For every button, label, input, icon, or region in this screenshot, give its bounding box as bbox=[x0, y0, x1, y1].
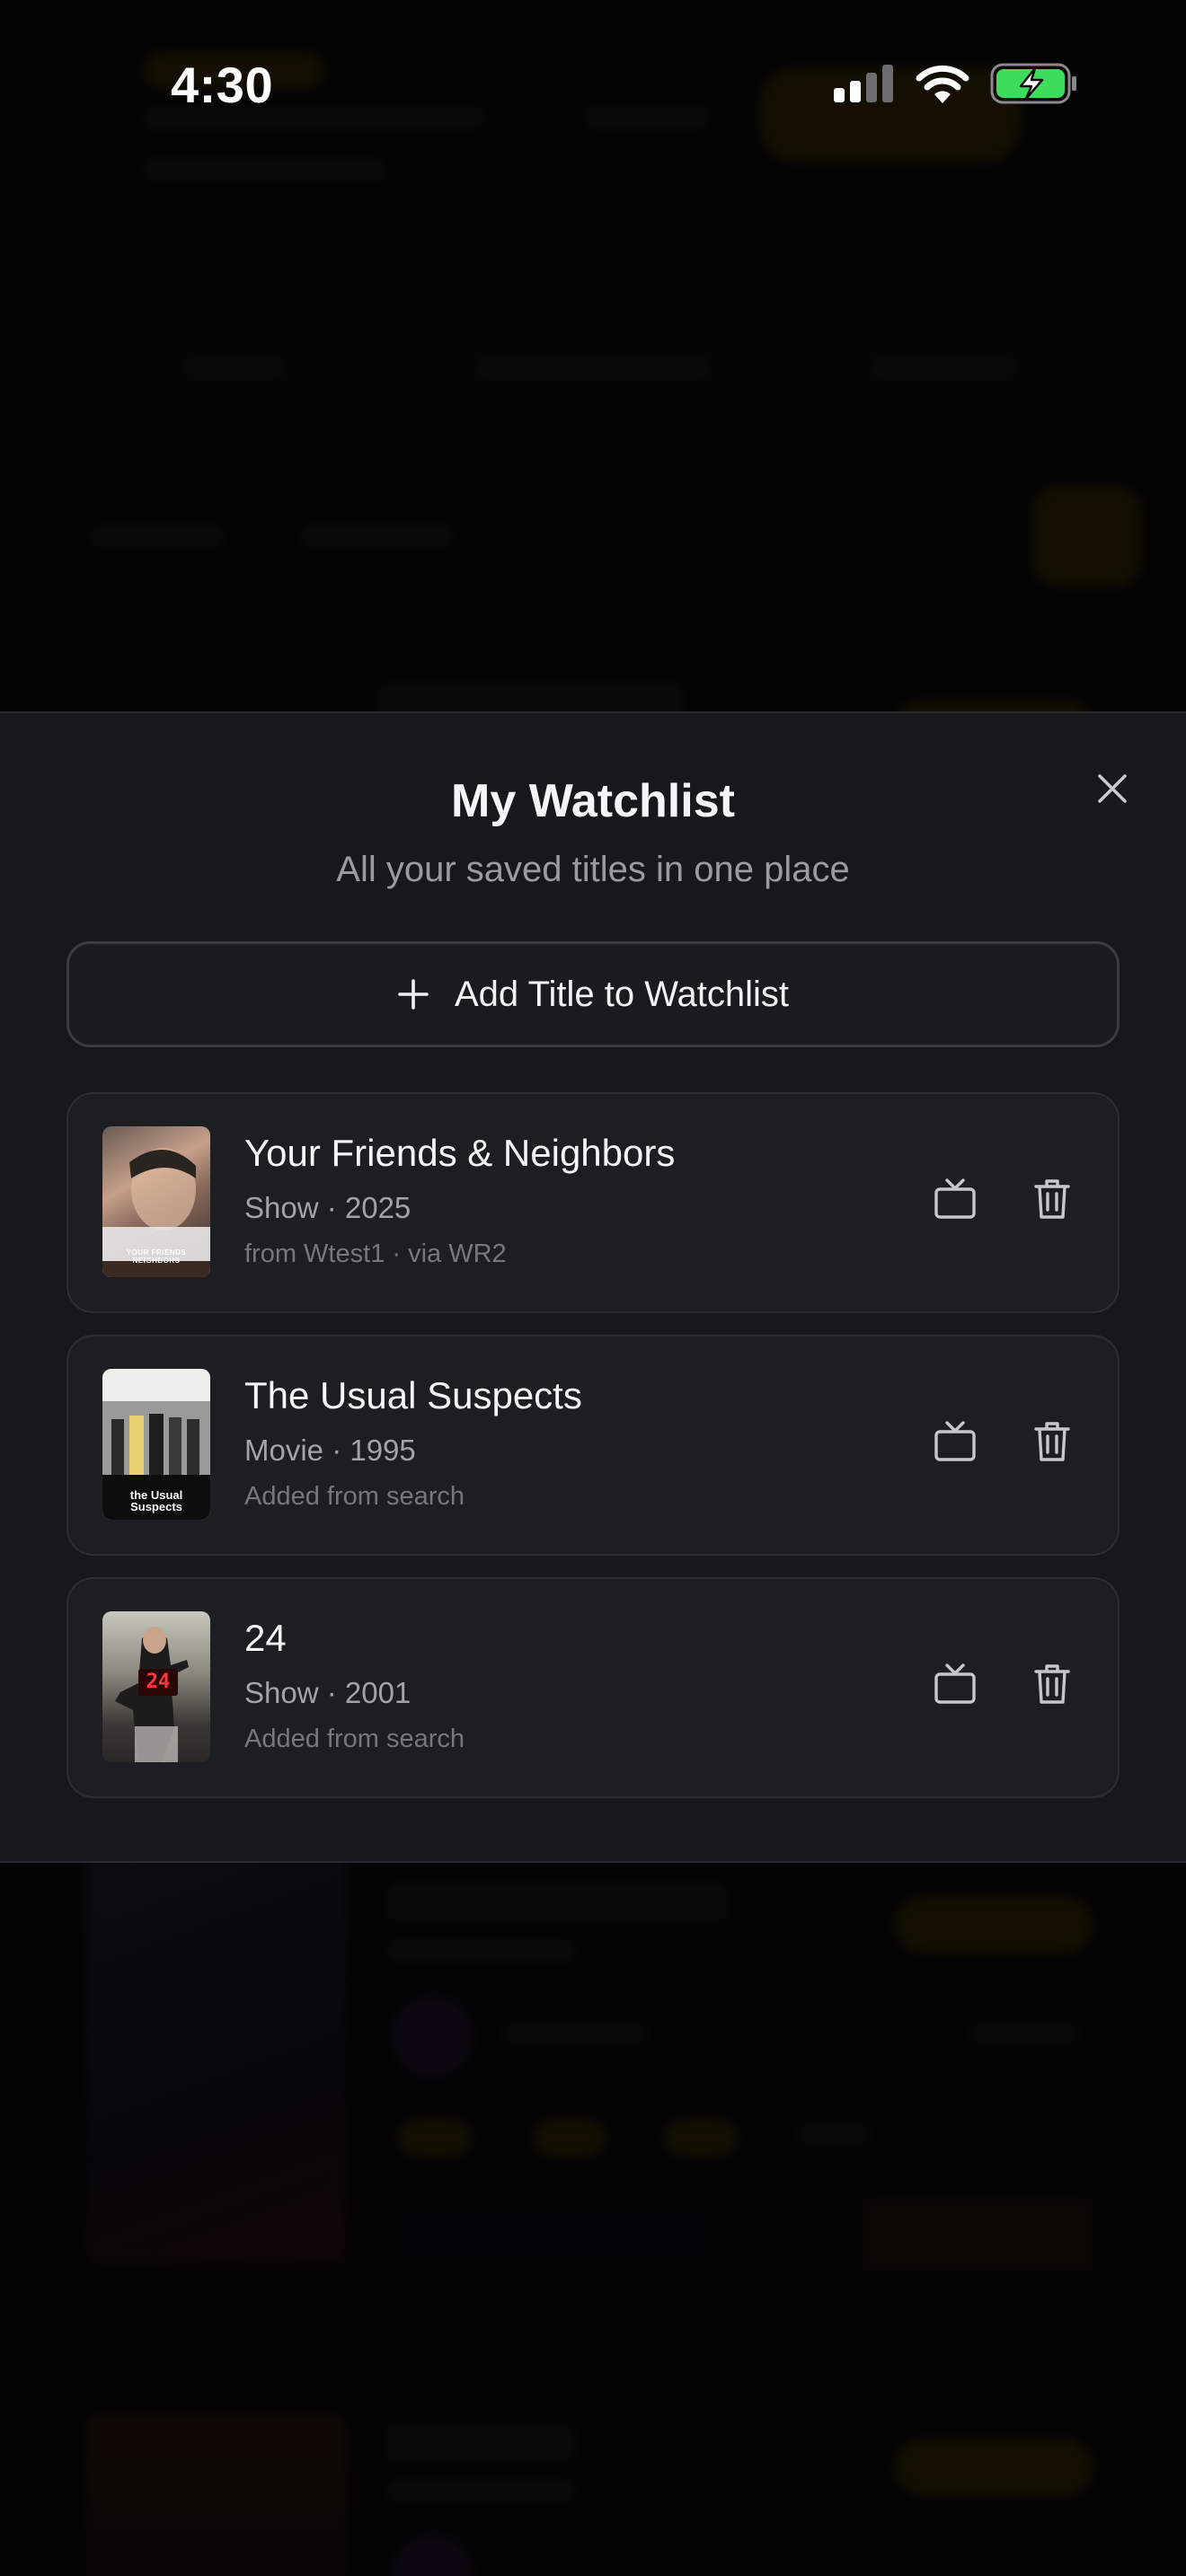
item-title: The Usual Suspects bbox=[244, 1374, 582, 1416]
poster-caption: 24 bbox=[138, 1669, 178, 1696]
poster-image: YOUR FRIENDS NEIGHBORS bbox=[102, 1126, 210, 1277]
trash-icon bbox=[1034, 1179, 1070, 1219]
poster-caption: YOUR FRIENDS NEIGHBORS bbox=[126, 1248, 187, 1265]
trash-icon bbox=[1034, 1422, 1070, 1461]
item-meta: Movie · 1995 bbox=[244, 1434, 416, 1467]
delete-button[interactable] bbox=[1024, 1414, 1080, 1469]
watchlist-item[interactable]: 24 24 Show · 2001 Added from search bbox=[66, 1577, 1120, 1798]
watch-button[interactable] bbox=[927, 1656, 983, 1712]
tv-icon bbox=[934, 1421, 976, 1461]
item-source: Added from search bbox=[244, 1482, 465, 1511]
sheet-subtitle: All your saved titles in one place bbox=[336, 850, 850, 889]
add-title-button-label: Add Title to Watchlist bbox=[455, 974, 789, 1014]
watch-button[interactable] bbox=[927, 1414, 983, 1469]
item-meta: Show · 2001 bbox=[244, 1676, 412, 1709]
wifi-icon bbox=[916, 65, 969, 103]
trash-icon bbox=[1034, 1664, 1070, 1704]
poster-image: the Usual Suspects bbox=[102, 1369, 210, 1520]
tv-icon bbox=[934, 1178, 976, 1219]
item-meta: Show · 2025 bbox=[244, 1191, 412, 1224]
tv-icon bbox=[934, 1663, 976, 1704]
watchlist-item[interactable]: the Usual Suspects The Usual Suspects Mo… bbox=[66, 1335, 1120, 1556]
item-title: Your Friends & Neighbors bbox=[244, 1132, 676, 1174]
status-icons bbox=[834, 63, 1078, 104]
watchlist-sheet: My Watchlist All your saved titles in on… bbox=[0, 711, 1186, 1863]
watch-button[interactable] bbox=[927, 1171, 983, 1227]
add-title-button[interactable]: Add Title to Watchlist bbox=[66, 941, 1120, 1047]
status-time: 4:30 bbox=[171, 57, 274, 113]
cellular-signal-icon bbox=[834, 65, 893, 102]
poster-image: 24 bbox=[102, 1611, 210, 1762]
screen: 4:30 My Watchlist All your saved titles bbox=[0, 0, 1186, 2576]
item-source: Added from search bbox=[244, 1725, 465, 1753]
delete-button[interactable] bbox=[1024, 1656, 1080, 1712]
delete-button[interactable] bbox=[1024, 1171, 1080, 1227]
item-source: from Wtest1 · via WR2 bbox=[244, 1239, 507, 1268]
plus-icon bbox=[398, 979, 429, 1010]
battery-charging-icon bbox=[990, 63, 1076, 104]
watchlist-item[interactable]: YOUR FRIENDS NEIGHBORS Your Friends & Ne… bbox=[66, 1092, 1120, 1313]
item-title: 24 bbox=[244, 1617, 287, 1659]
poster-caption: the Usual Suspects bbox=[129, 1488, 183, 1513]
sheet-title: My Watchlist bbox=[451, 775, 735, 827]
